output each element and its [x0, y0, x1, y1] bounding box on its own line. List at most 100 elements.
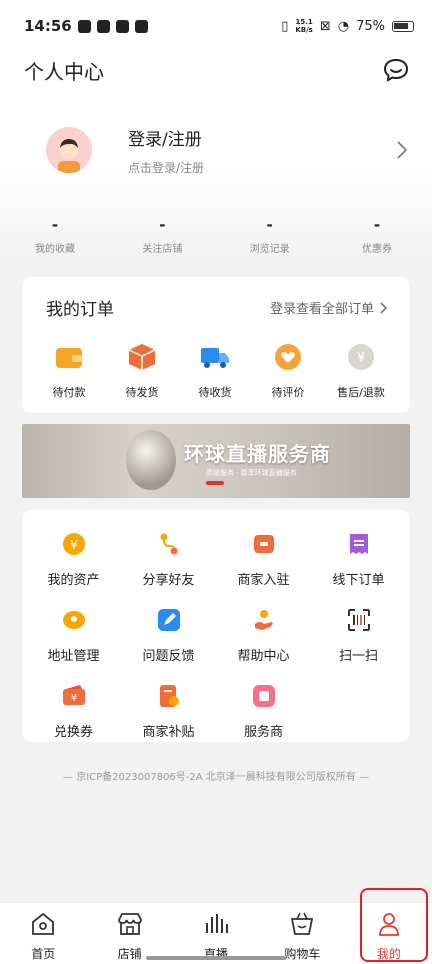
- app-icon: [115, 19, 129, 33]
- chevron-right-icon[interactable]: [396, 140, 408, 160]
- service-label: 服务商: [243, 725, 283, 740]
- status-bar: 14:56 ▯ 15.1 KB/s ⊠ ◔ 75%: [0, 0, 432, 52]
- net-speed-unit: KB/s: [295, 26, 313, 34]
- subsidy-icon: [159, 685, 179, 707]
- service-label: 商家补贴: [142, 725, 195, 740]
- service-feedback[interactable]: 问题反馈: [121, 608, 216, 664]
- net-speed-value: 15.1: [295, 18, 313, 26]
- tab-label: 我的: [376, 947, 401, 961]
- stat-followed-stores[interactable]: - 关注店铺: [123, 216, 201, 255]
- stat-history[interactable]: - 浏览记录: [231, 216, 309, 255]
- service-label: 问题反馈: [142, 649, 195, 664]
- service-voucher[interactable]: ¥ 兑换券: [26, 684, 121, 740]
- service-label: 我的资产: [47, 573, 100, 588]
- coupon-icon: ¥: [62, 685, 85, 705]
- tab-store[interactable]: 店铺: [86, 903, 172, 964]
- home-indicator: [146, 956, 286, 960]
- cart-icon: [291, 912, 314, 935]
- service-provider[interactable]: 服务商: [216, 684, 311, 740]
- orders-row: 待付款 待发货 待收货 待评价 ¥ 售后/退款: [46, 342, 388, 400]
- service-my-assets[interactable]: ¥ 我的资产: [26, 532, 121, 588]
- scan-icon: [347, 609, 370, 631]
- wallet-icon: [56, 348, 82, 368]
- banner-indicator: [206, 481, 224, 485]
- profile-text: 登录/注册 点击登录/注册: [128, 125, 396, 176]
- stats-row: - 我的收藏 - 关注店铺 - 浏览记录 - 优惠券: [0, 216, 432, 255]
- avatar-person-icon: [58, 139, 80, 173]
- service-help-center[interactable]: 帮助中心: [216, 608, 311, 664]
- svg-text:¥: ¥: [357, 351, 365, 366]
- live-icon: [206, 914, 229, 933]
- stat-label: 优惠券: [361, 244, 392, 255]
- truck-icon: [201, 348, 229, 368]
- services-card: ¥ 我的资产 分享好友 商家入驻 线下订单 地址管理 问题反馈 帮助中心 扫一扫…: [22, 510, 410, 742]
- banner-title: 环球直播服务商: [184, 442, 331, 466]
- status-time: 14:56: [24, 17, 72, 35]
- order-pending-receipt[interactable]: 待收货: [188, 342, 242, 400]
- share-icon: [160, 533, 177, 555]
- service-provider-icon: [252, 685, 275, 707]
- wifi-icon: ◔: [337, 18, 350, 34]
- order-pending-review[interactable]: 待评价: [261, 342, 315, 400]
- chat-icon[interactable]: [382, 56, 410, 84]
- page-title: 个人中心: [24, 59, 104, 84]
- stat-value: -: [51, 216, 59, 234]
- vibrate-icon: ▯: [281, 18, 289, 34]
- refund-icon: ¥: [348, 344, 374, 370]
- order-label: 售后/退款: [337, 386, 385, 399]
- address-icon: [62, 611, 85, 629]
- service-address[interactable]: 地址管理: [26, 608, 121, 664]
- service-label: 扫一扫: [338, 649, 378, 664]
- login-title[interactable]: 登录/注册: [128, 125, 396, 150]
- package-icon: [128, 344, 156, 370]
- tab-label: 首页: [31, 947, 56, 961]
- mail-icon: [96, 19, 110, 33]
- order-after-sales[interactable]: ¥ 售后/退款: [334, 342, 388, 400]
- header: 个人中心: [0, 52, 432, 88]
- status-left: 14:56: [24, 17, 148, 35]
- stat-value: -: [159, 216, 166, 234]
- stat-favorites[interactable]: - 我的收藏: [16, 216, 94, 255]
- svg-text:¥: ¥: [70, 693, 76, 704]
- order-pending-payment[interactable]: 待付款: [42, 342, 96, 400]
- order-pending-shipment[interactable]: 待发货: [115, 342, 169, 400]
- status-right: ▯ 15.1 KB/s ⊠ ◔ 75%: [281, 18, 414, 34]
- orders-link-label: 登录查看全部订单: [269, 302, 374, 317]
- promo-banner[interactable]: 环球直播服务商 高级服务 · 尊享环球直播服务: [22, 424, 410, 498]
- store-icon: [117, 913, 142, 935]
- notification-icon: [77, 19, 91, 33]
- orders-title: 我的订单: [46, 300, 114, 320]
- bottom-tab-bar: 首页 店铺 直播 购物车 我的: [0, 888, 432, 964]
- login-subtitle: 点击登录/注册: [128, 160, 205, 175]
- assets-icon: ¥: [62, 533, 85, 555]
- service-label: 商家入驻: [237, 573, 290, 588]
- icp-footer: — 京ICP备2023007806号-2A 北京泽一晨科技有限公司版权所有 —: [63, 772, 369, 783]
- tab-home[interactable]: 首页: [0, 903, 86, 964]
- service-merchant-subsidy[interactable]: 商家补贴: [121, 684, 216, 740]
- view-all-orders-link[interactable]: 登录查看全部订单: [270, 298, 388, 317]
- service-merchant-join[interactable]: 商家入驻: [216, 532, 311, 588]
- photo-icon: [134, 19, 148, 33]
- stat-label: 关注店铺: [142, 244, 183, 255]
- orders-header: 我的订单 登录查看全部订单: [46, 295, 388, 320]
- stat-label: 浏览记录: [249, 244, 290, 255]
- sim-icon: ⊠: [319, 18, 331, 34]
- avatar[interactable]: [46, 127, 92, 173]
- stat-coupons[interactable]: - 优惠券: [338, 216, 416, 255]
- banner-subtitle: 高级服务 · 尊享环球直播服务: [206, 469, 297, 477]
- order-label: 待付款: [52, 386, 86, 399]
- tab-live[interactable]: 直播: [173, 903, 259, 964]
- heart-icon: [275, 344, 301, 370]
- service-scan[interactable]: 扫一扫: [311, 608, 406, 664]
- profile-icon: [378, 913, 399, 936]
- service-label: 分享好友: [142, 573, 195, 588]
- stat-value: -: [266, 216, 273, 234]
- tab-me[interactable]: 我的: [346, 903, 432, 964]
- profile-section[interactable]: 登录/注册 点击登录/注册: [0, 114, 432, 186]
- service-label: 地址管理: [47, 649, 100, 664]
- service-offline-orders[interactable]: 线下订单: [311, 532, 406, 588]
- service-share-friends[interactable]: 分享好友: [121, 532, 216, 588]
- home-icon: [32, 912, 55, 935]
- order-label: 待收货: [198, 386, 232, 399]
- tab-cart[interactable]: 购物车: [259, 903, 345, 964]
